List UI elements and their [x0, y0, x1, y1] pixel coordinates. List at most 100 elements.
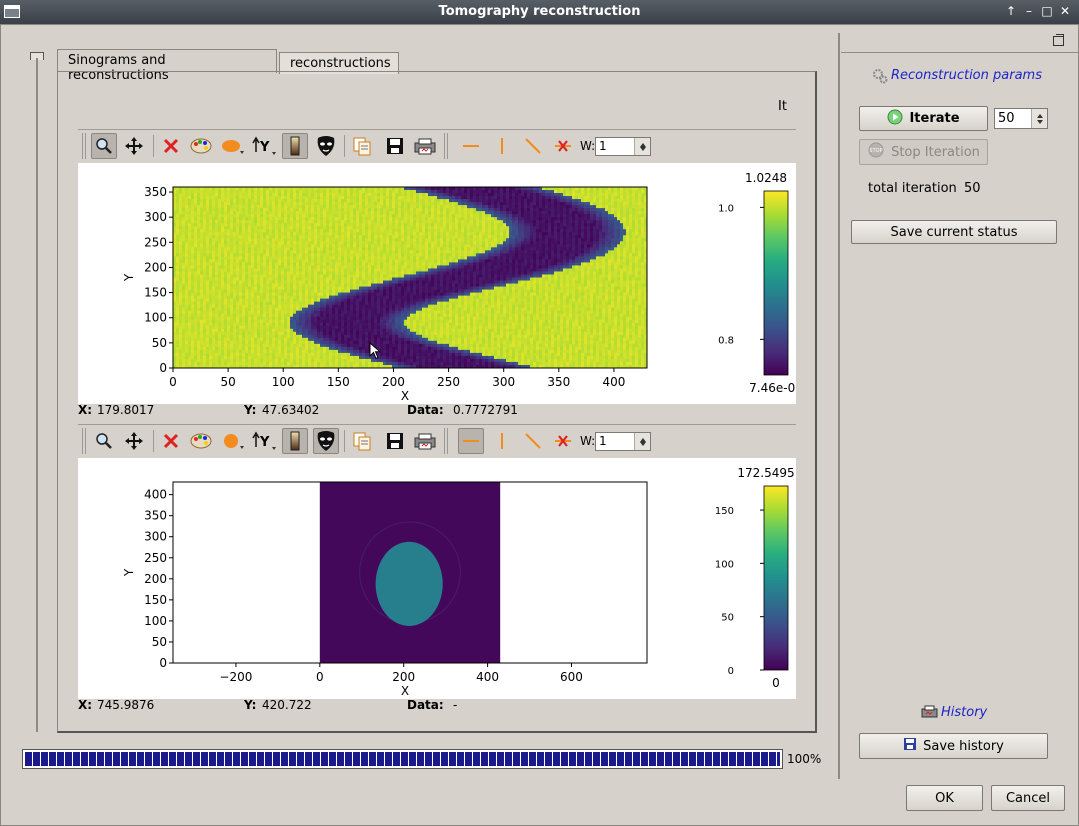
toolbar-grip[interactable]: [82, 428, 86, 454]
print-icon[interactable]: [412, 133, 438, 159]
reconstruction-plot-area[interactable]: −200 0 200 400 600 0 50 100 150 200 250 300 350 400 X Y…: [78, 458, 796, 699]
toolbar-grip[interactable]: [444, 133, 448, 159]
divider: [78, 129, 796, 130]
keep-above-icon[interactable]: ↑: [1003, 3, 1019, 19]
dock-float-icon[interactable]: [1053, 34, 1064, 46]
total-iteration-label: total iteration: [868, 181, 957, 196]
toolbar-grip[interactable]: [82, 133, 86, 159]
y-tick-label: 0: [159, 361, 167, 375]
width-label: W:: [580, 139, 596, 153]
hline-icon[interactable]: [458, 133, 484, 159]
vline-icon[interactable]: [489, 428, 515, 454]
hline-icon[interactable]: [458, 428, 484, 454]
colorbar-tick-label: 0: [728, 666, 734, 677]
sinogram-toolbar: Y W: 1: [78, 131, 658, 161]
colorbar-tick-label: 50: [721, 613, 734, 624]
save-icon[interactable]: [382, 428, 408, 454]
line-icon[interactable]: [520, 428, 546, 454]
x-tick-label: 250: [437, 375, 460, 389]
title-bar: Tomography reconstruction ↑ – □ ✕: [0, 0, 1079, 24]
y-tick-label: 400: [144, 488, 167, 502]
colorbar: [763, 190, 789, 376]
vline-icon[interactable]: [489, 133, 515, 159]
x-tick-label: −200: [219, 670, 252, 684]
x-tick-label: 100: [272, 375, 295, 389]
y-tick-label: 0: [159, 656, 167, 670]
tab-sinograms[interactable]: Sinograms and reconstructions: [57, 49, 277, 83]
y-axis-icon[interactable]: Y: [252, 428, 278, 454]
line-width-spinbox[interactable]: 1: [595, 432, 651, 451]
y-tick-label: 50: [152, 635, 167, 649]
colorbar-tick-label: 150: [715, 506, 734, 517]
panel-splitter[interactable]: [838, 33, 840, 779]
iteration-label: It: [778, 99, 787, 114]
y-tick-label: 300: [144, 530, 167, 544]
splitter-line[interactable]: [36, 58, 38, 732]
reconstructed-disk: [375, 541, 443, 626]
save-current-status-button[interactable]: Save current status: [851, 220, 1057, 244]
colormap-icon[interactable]: [188, 133, 214, 159]
toolbar-grip[interactable]: [444, 428, 448, 454]
x-tick-label: 150: [327, 375, 350, 389]
reset-zoom-icon[interactable]: [158, 133, 184, 159]
gears-icon: [872, 68, 888, 84]
pan-icon[interactable]: [121, 133, 147, 159]
stop-iteration-button[interactable]: STOP Stop Iteration: [859, 139, 988, 165]
svg-text:Y: Y: [259, 140, 270, 155]
x-tick-label: 50: [220, 375, 235, 389]
y-tick-label: 250: [144, 235, 167, 249]
window-title: Tomography reconstruction: [438, 4, 641, 19]
reset-zoom-icon[interactable]: [158, 428, 184, 454]
zoom-icon[interactable]: [91, 133, 117, 159]
shape-icon[interactable]: [220, 428, 246, 454]
colorbar-icon[interactable]: [282, 428, 308, 454]
close-icon[interactable]: ✕: [1057, 3, 1073, 19]
y-tick-label: 100: [144, 311, 167, 325]
sinogram-plot-area[interactable]: 0 50 100 150 200 250 300 350 400 0 50 100 150 200 250 3…: [78, 163, 803, 404]
print-icon[interactable]: [412, 428, 438, 454]
x-axis-label: X: [401, 389, 409, 403]
colorbar-max-label: 172.5495: [737, 466, 794, 480]
x-tick-label: 400: [476, 670, 499, 684]
colorbar-icon[interactable]: [282, 133, 308, 159]
sinogram-chart[interactable]: 0 50 100 150 200 250 300 350 400 0 50 100 150 200 250 3…: [78, 163, 803, 404]
x-axis-label: X: [401, 684, 409, 698]
clear-profile-icon[interactable]: [550, 428, 576, 454]
iterations-spinbox[interactable]: 50: [994, 108, 1048, 129]
mouse-cursor-icon: [369, 341, 382, 364]
copy-icon[interactable]: [349, 133, 375, 159]
pan-icon[interactable]: [121, 428, 147, 454]
colorbar-max-label: 1.0248: [745, 171, 787, 185]
reconstruction-chart[interactable]: −200 0 200 400 600 0 50 100 150 200 250 300 350 400 X Y…: [78, 458, 796, 699]
reconstruction-params-link[interactable]: Reconstruction params: [891, 68, 1042, 83]
mask-icon[interactable]: [313, 428, 339, 454]
width-label: W:: [580, 434, 596, 448]
line-width-spinbox[interactable]: 1: [595, 137, 651, 156]
iterate-button[interactable]: Iterate: [859, 106, 988, 131]
y-tick-label: 300: [144, 210, 167, 224]
ok-button[interactable]: OK: [906, 785, 983, 811]
shape-icon[interactable]: [220, 133, 246, 159]
cancel-button[interactable]: Cancel: [991, 785, 1065, 811]
colormap-icon[interactable]: [188, 428, 214, 454]
y-tick-label: 350: [144, 185, 167, 199]
save-icon[interactable]: [382, 133, 408, 159]
copy-icon[interactable]: [349, 428, 375, 454]
history-link[interactable]: History: [941, 705, 987, 720]
dock-title-line: [841, 52, 1078, 53]
play-icon: [887, 109, 903, 129]
x-tick-label: 600: [560, 670, 583, 684]
maximize-icon[interactable]: □: [1039, 3, 1055, 19]
line-icon[interactable]: [520, 133, 546, 159]
zoom-icon[interactable]: [91, 428, 117, 454]
y-tick-label: 150: [144, 593, 167, 607]
minimize-icon[interactable]: –: [1021, 3, 1037, 19]
divider: [78, 424, 796, 425]
y-axis-icon[interactable]: Y: [252, 133, 278, 159]
save-history-button[interactable]: Save history: [859, 733, 1048, 759]
mask-icon[interactable]: [313, 133, 339, 159]
reconstruction-toolbar: Y W: 1: [78, 426, 658, 456]
x-tick-label: 200: [382, 375, 405, 389]
y-tick-label: 50: [152, 336, 167, 350]
clear-profile-icon[interactable]: [550, 133, 576, 159]
